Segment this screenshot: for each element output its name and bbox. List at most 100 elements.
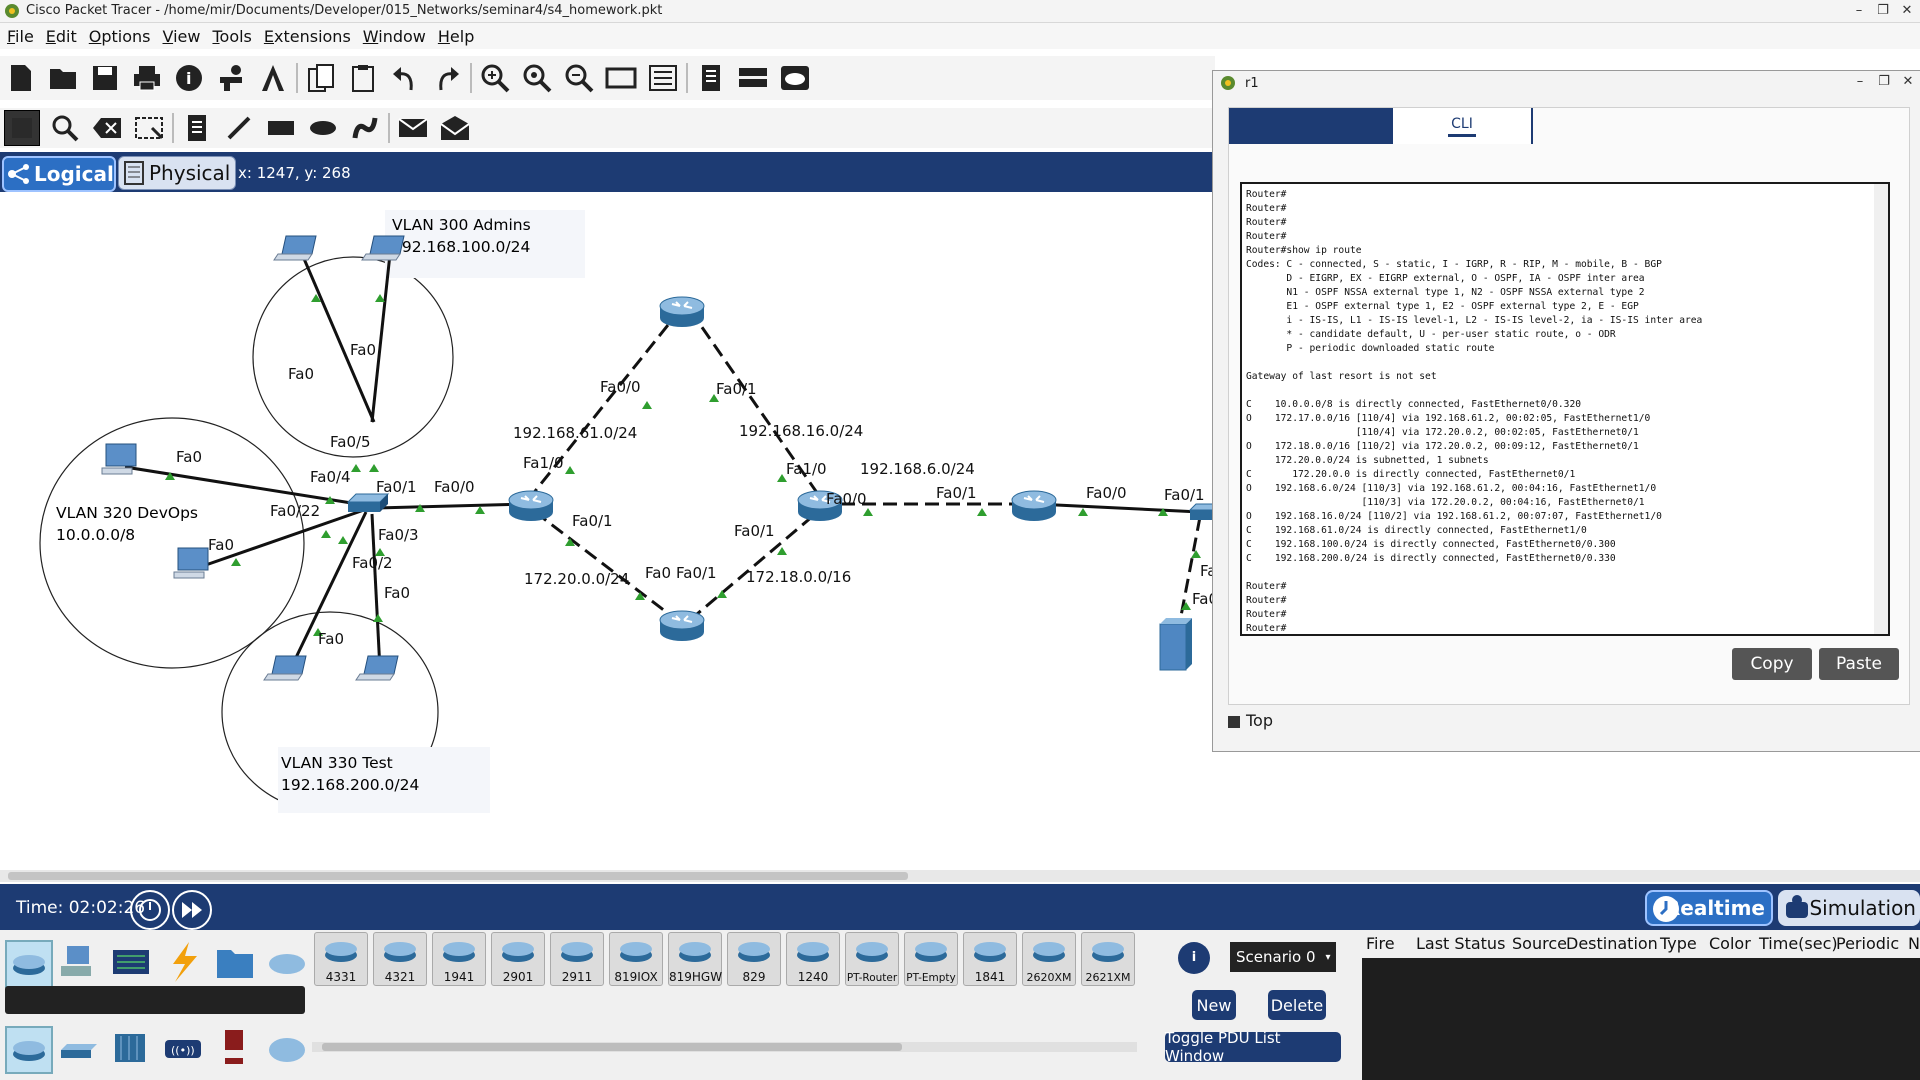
scenario-select[interactable]: Scenario 0 ▾ bbox=[1230, 942, 1336, 972]
model-819hgw[interactable]: 819HGW bbox=[668, 932, 722, 986]
router-right[interactable] bbox=[1011, 490, 1057, 522]
logical-workspace-button[interactable]: Logical bbox=[2, 156, 116, 192]
undo-icon[interactable] bbox=[388, 61, 422, 95]
switches-subcategory[interactable] bbox=[57, 1026, 101, 1070]
end-devices-category[interactable] bbox=[57, 940, 101, 984]
menu-tools[interactable]: Tools bbox=[205, 23, 256, 46]
server[interactable] bbox=[1159, 618, 1192, 671]
column-last-status[interactable]: Last Status bbox=[1416, 934, 1505, 953]
simple-pdu-icon[interactable] bbox=[396, 111, 430, 145]
delete-icon[interactable] bbox=[90, 111, 124, 145]
r1-window-titlebar[interactable]: r1 – ❐ ✕ bbox=[1213, 71, 1920, 95]
cli-scrollbar[interactable] bbox=[1874, 184, 1888, 634]
router-top[interactable] bbox=[659, 296, 705, 328]
menu-file[interactable]: File bbox=[0, 23, 39, 46]
print-icon[interactable] bbox=[130, 61, 164, 95]
canvas-horizontal-scrollbar[interactable] bbox=[0, 870, 1920, 882]
drawing-palette-icon[interactable] bbox=[604, 61, 638, 95]
freeform-icon[interactable] bbox=[348, 111, 382, 145]
menu-options[interactable]: Options bbox=[82, 23, 156, 46]
info-icon[interactable]: i bbox=[172, 61, 206, 95]
routers-subcategory[interactable] bbox=[5, 1026, 53, 1074]
wireless-subcategory[interactable]: ((•)) bbox=[161, 1026, 205, 1070]
hubs-subcategory[interactable] bbox=[109, 1026, 153, 1070]
close-button[interactable]: ✕ bbox=[1898, 2, 1916, 20]
r1-maximize-button[interactable]: ❐ bbox=[1875, 73, 1893, 91]
model-2620xm[interactable]: 2620XM bbox=[1022, 932, 1076, 986]
model-1841[interactable]: 1841 bbox=[963, 932, 1017, 986]
delete-scenario-button[interactable]: Delete bbox=[1268, 990, 1326, 1020]
menu-view[interactable]: View bbox=[156, 23, 206, 46]
redo-icon[interactable] bbox=[430, 61, 464, 95]
custom-device-icon[interactable] bbox=[646, 61, 680, 95]
realtime-mode-button[interactable]: Realtime bbox=[1645, 890, 1773, 926]
r1-close-button[interactable]: ✕ bbox=[1899, 73, 1917, 91]
line-icon[interactable] bbox=[222, 111, 256, 145]
model-pt-router[interactable]: PT-Router bbox=[845, 932, 899, 986]
activity-wizard-icon[interactable] bbox=[256, 61, 290, 95]
ellipse-icon[interactable] bbox=[306, 111, 340, 145]
network-wizard-icon[interactable] bbox=[214, 61, 248, 95]
note-icon[interactable] bbox=[180, 111, 214, 145]
info-icon[interactable]: i bbox=[1178, 942, 1210, 974]
checkbox-box[interactable] bbox=[1228, 715, 1240, 728]
column-fire[interactable]: Fire bbox=[1366, 934, 1395, 953]
router-r1[interactable] bbox=[508, 490, 554, 522]
new-scenario-button[interactable]: New bbox=[1192, 990, 1236, 1020]
scrollbar-thumb[interactable] bbox=[8, 872, 908, 880]
model-829[interactable]: 829 bbox=[727, 932, 781, 986]
model-4331[interactable]: 4331 bbox=[314, 932, 368, 986]
column-periodic[interactable]: Periodic bbox=[1836, 934, 1899, 953]
model-819iox[interactable]: 819IOX bbox=[609, 932, 663, 986]
resize-icon[interactable] bbox=[132, 111, 166, 145]
copy-icon[interactable] bbox=[304, 61, 338, 95]
router-bottom[interactable] bbox=[659, 610, 705, 642]
toggle-pdu-list-button[interactable]: Toggle PDU List Window bbox=[1165, 1029, 1341, 1065]
zoom-out-icon[interactable] bbox=[562, 61, 596, 95]
multiuser-category[interactable] bbox=[265, 940, 309, 984]
tab-config[interactable] bbox=[1311, 108, 1391, 144]
wan-emulation-subcategory[interactable] bbox=[265, 1026, 309, 1070]
cli-console[interactable]: Router# Router# Router# Router# Router#s… bbox=[1240, 182, 1890, 636]
menu-edit[interactable]: Edit bbox=[39, 23, 82, 46]
model-4321[interactable]: 4321 bbox=[373, 932, 427, 986]
model-2901[interactable]: 2901 bbox=[491, 932, 545, 986]
laptop-test-2[interactable] bbox=[355, 655, 399, 681]
r1-minimize-button[interactable]: – bbox=[1851, 73, 1869, 91]
model-pt-empty[interactable]: PT-Empty bbox=[904, 932, 958, 986]
power-cycle-button[interactable] bbox=[130, 890, 170, 930]
tab-cli[interactable]: CLI bbox=[1393, 108, 1531, 144]
miscellaneous-category[interactable] bbox=[213, 940, 257, 984]
column-color[interactable]: Color bbox=[1709, 934, 1751, 953]
zoom-in-icon[interactable] bbox=[478, 61, 512, 95]
simulation-mode-button[interactable]: Simulation bbox=[1778, 890, 1920, 926]
cluster-icon[interactable] bbox=[736, 61, 770, 95]
network-devices-category[interactable] bbox=[5, 940, 53, 988]
always-on-top-checkbox[interactable]: Top bbox=[1228, 711, 1273, 730]
model-1240[interactable]: 1240 bbox=[786, 932, 840, 986]
pc-devops-1[interactable] bbox=[101, 443, 137, 475]
paste-icon[interactable] bbox=[346, 61, 380, 95]
save-icon[interactable] bbox=[88, 61, 122, 95]
maximize-button[interactable]: ❐ bbox=[1874, 2, 1892, 20]
pc-devops-2[interactable] bbox=[173, 547, 209, 579]
new-file-icon[interactable] bbox=[4, 61, 38, 95]
select-icon[interactable] bbox=[4, 110, 40, 146]
column-num[interactable]: N bbox=[1908, 934, 1920, 953]
zoom-reset-icon[interactable] bbox=[520, 61, 554, 95]
laptop-test-1[interactable] bbox=[263, 655, 307, 681]
open-folder-icon[interactable] bbox=[46, 61, 80, 95]
cloud-icon[interactable] bbox=[778, 61, 812, 95]
menu-window[interactable]: Window bbox=[356, 23, 431, 46]
components-category[interactable] bbox=[109, 940, 153, 984]
copy-button[interactable]: Copy bbox=[1732, 648, 1812, 680]
laptop-admin-2[interactable] bbox=[361, 235, 405, 261]
minimize-button[interactable]: – bbox=[1850, 2, 1868, 20]
laptop-admin-1[interactable] bbox=[273, 235, 317, 261]
inspect-icon[interactable] bbox=[48, 111, 82, 145]
fast-forward-button[interactable] bbox=[172, 890, 212, 930]
model-1941[interactable]: 1941 bbox=[432, 932, 486, 986]
scrollbar-thumb[interactable] bbox=[322, 1043, 902, 1051]
tab-physical[interactable] bbox=[1229, 108, 1309, 144]
column-type[interactable]: Type bbox=[1660, 934, 1697, 953]
